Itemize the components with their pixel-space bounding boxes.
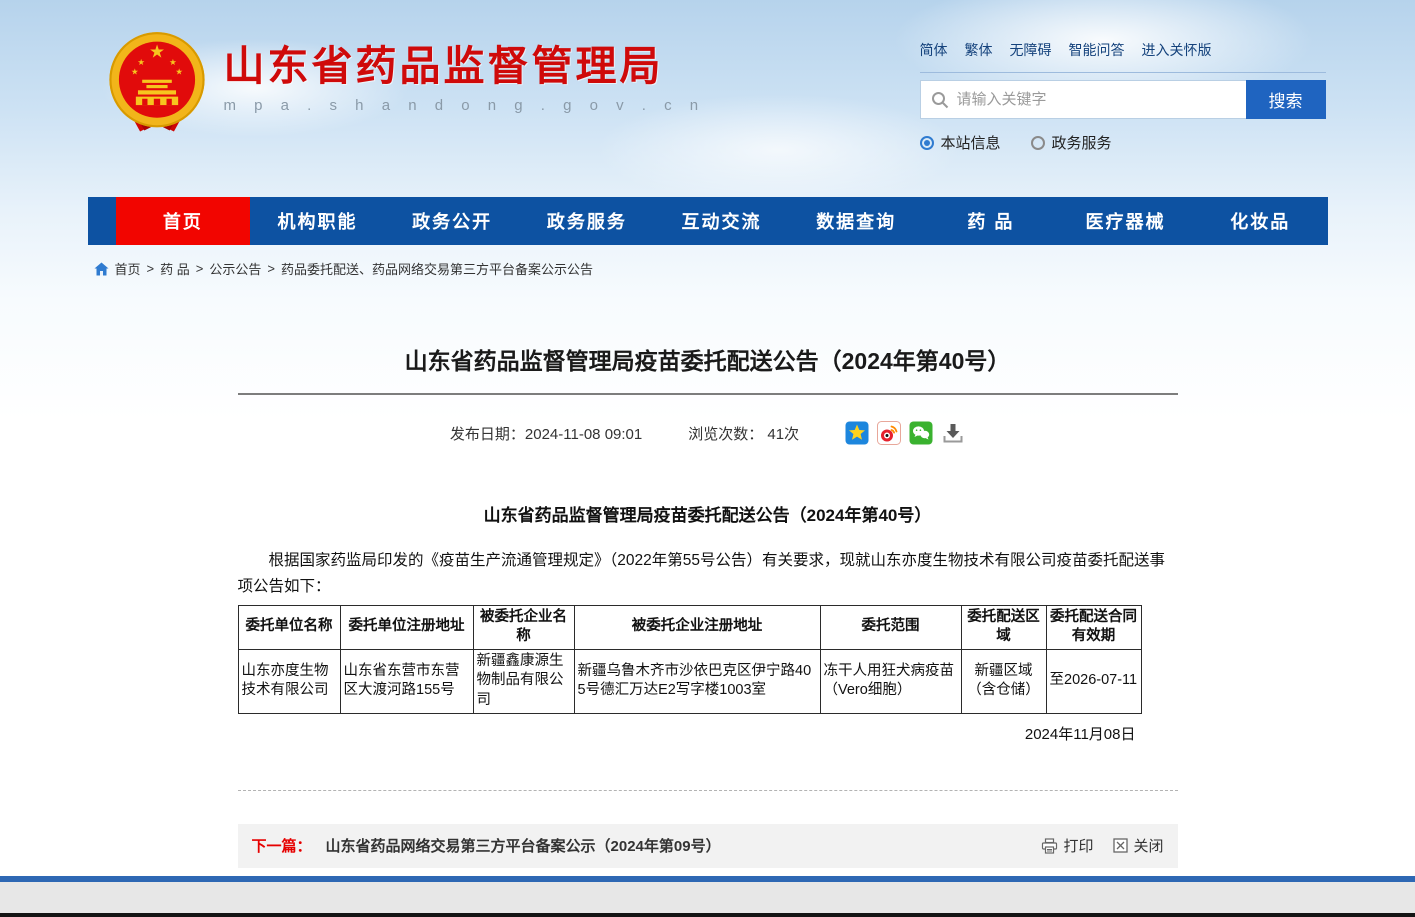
col-scope: 委托范围 [820, 605, 961, 649]
publish-date-label: 发布日期： [450, 426, 525, 443]
site-url: m p a . s h a n d o n g . g o v . c n [224, 97, 706, 114]
footer-gray-strip [0, 882, 1415, 913]
breadcrumb-separator: > [147, 261, 155, 276]
utility-links: 简体 繁体 无障碍 智能问答 进入关怀版 [920, 40, 1326, 73]
breadcrumb-separator: > [196, 261, 204, 276]
search-box [920, 80, 1246, 119]
search-button[interactable]: 搜索 [1246, 80, 1326, 119]
cell-scope: 冻干人用狂犬病疫苗（Vero细胞） [820, 649, 961, 713]
article-paragraph: 根据国家药监局印发的《疫苗生产流通管理规定》（2022年第55号公告）有关要求，… [238, 548, 1178, 601]
sign-date: 2024年11月08日 [238, 723, 1178, 744]
breadcrumb-announcements[interactable]: 公示公告 [209, 259, 261, 278]
cell-contract-validity: 至2026-07-11 [1046, 649, 1141, 713]
title-divider [238, 393, 1178, 395]
nav-item-gov-disclosure[interactable]: 政务公开 [385, 197, 520, 245]
nav-item-functions[interactable]: 机构职能 [250, 197, 385, 245]
delegation-table: 委托单位名称 委托单位注册地址 被委托企业名称 被委托企业注册地址 委托范围 委… [238, 605, 1142, 714]
site-name: 山东省药品监督管理局 [224, 44, 706, 89]
nav-item-medical-devices[interactable]: 医疗器械 [1058, 197, 1193, 245]
close-label: 关闭 [1133, 835, 1163, 856]
scope-site-info-label: 本站信息 [941, 132, 1001, 153]
link-care-version[interactable]: 进入关怀版 [1142, 40, 1212, 60]
view-count: 浏览次数： 41次 [688, 423, 799, 444]
link-accessibility[interactable]: 无障碍 [1010, 40, 1052, 60]
nav-item-interaction[interactable]: 互动交流 [654, 197, 789, 245]
col-region: 委托配送区域 [961, 605, 1046, 649]
cell-entrusting-name: 山东亦度生物技术有限公司 [238, 649, 340, 713]
svg-text:★: ★ [148, 42, 164, 62]
page-title: 山东省药品监督管理局疫苗委托配送公告（2024年第40号） [238, 342, 1178, 376]
wechat-share-icon[interactable] [909, 421, 933, 445]
link-simplified[interactable]: 简体 [920, 40, 948, 60]
nav-spacer [88, 197, 116, 245]
breadcrumb-drugs[interactable]: 药 品 [160, 259, 190, 278]
qzone-share-icon[interactable] [845, 421, 869, 445]
print-label: 打印 [1063, 835, 1093, 856]
cell-entrusted-address: 新疆乌鲁木齐市沙依巴克区伊宁路405号德汇万达E2写字楼1003室 [574, 649, 820, 713]
cell-entrusted-name: 新疆鑫康源生物制品有限公司 [473, 649, 574, 713]
breadcrumb-separator: > [267, 261, 275, 276]
svg-text:★: ★ [175, 66, 183, 76]
radio-unselected-icon [1031, 136, 1045, 150]
download-icon[interactable] [941, 421, 965, 445]
breadcrumb: 首页 > 药 品 > 公示公告 > 药品委托配送、药品网络交易第三方平台备案公示… [88, 245, 1328, 278]
link-traditional[interactable]: 繁体 [965, 40, 993, 60]
home-icon [94, 262, 109, 276]
scope-gov-service-label: 政务服务 [1052, 132, 1112, 153]
print-button[interactable]: 打印 [1041, 835, 1093, 856]
link-smart-qa[interactable]: 智能问答 [1069, 40, 1125, 60]
nav-item-home[interactable]: 首页 [116, 197, 251, 245]
national-emblem-icon: ★ ★ ★ ★ ★ [104, 30, 210, 140]
scope-gov-service-radio[interactable]: 政务服务 [1031, 132, 1112, 153]
col-contract-validity: 委托配送合同有效期 [1046, 605, 1141, 649]
table-row: 山东亦度生物技术有限公司 山东省东营市东营区大渡河路155号 新疆鑫康源生物制品… [238, 649, 1141, 713]
nav-item-drugs[interactable]: 药 品 [924, 197, 1059, 245]
publish-date-value: 2024-11-08 09:01 [525, 426, 642, 443]
svg-text:★: ★ [137, 57, 145, 67]
dotted-divider [238, 790, 1178, 791]
next-article-link[interactable]: 山东省药品网络交易第三方平台备案公示（2024年第09号） [326, 835, 721, 856]
publish-date: 发布日期：2024-11-08 09:01 [450, 423, 642, 444]
page-footer [0, 876, 1415, 917]
breadcrumb-current[interactable]: 药品委托配送、药品网络交易第三方平台备案公示公告 [281, 259, 593, 278]
svg-text:★: ★ [169, 57, 177, 67]
footer-dark-strip [0, 913, 1415, 917]
close-button[interactable]: 关闭 [1113, 835, 1163, 856]
search-icon [931, 91, 949, 109]
col-entrusting-address: 委托单位注册地址 [340, 605, 473, 649]
site-header: ★ ★ ★ ★ ★ 山东省药品监督管理局 m p a . s h a n d o… [88, 0, 1328, 197]
col-entrusting-name: 委托单位名称 [238, 605, 340, 649]
cell-entrusting-address: 山东省东营市东营区大渡河路155号 [340, 649, 473, 713]
scope-site-info-radio[interactable]: 本站信息 [920, 132, 1001, 153]
col-entrusted-name: 被委托企业名称 [473, 605, 574, 649]
table-header-row: 委托单位名称 委托单位注册地址 被委托企业名称 被委托企业注册地址 委托范围 委… [238, 605, 1141, 649]
article-meta: 发布日期：2024-11-08 09:01 浏览次数： 41次 [238, 421, 1178, 445]
svg-text:★: ★ [130, 66, 138, 76]
next-article-label: 下一篇： [252, 835, 312, 856]
view-count-label: 浏览次数： [688, 426, 763, 443]
col-entrusted-address: 被委托企业注册地址 [574, 605, 820, 649]
printer-icon [1041, 838, 1058, 854]
radio-selected-icon [920, 136, 934, 150]
search-input[interactable] [957, 91, 1236, 108]
weibo-share-icon[interactable] [877, 421, 901, 445]
share-bar [845, 421, 965, 445]
nav-item-cosmetics[interactable]: 化妆品 [1193, 197, 1328, 245]
cell-region: 新疆区域（含仓储） [961, 649, 1046, 713]
search-scope-options: 本站信息 政务服务 [920, 132, 1326, 153]
close-icon [1113, 838, 1128, 853]
view-count-value: 41次 [767, 426, 799, 443]
article-subtitle: 山东省药品监督管理局疫苗委托配送公告（2024年第40号） [238, 501, 1178, 526]
nav-item-data-query[interactable]: 数据查询 [789, 197, 924, 245]
nav-item-gov-service[interactable]: 政务服务 [520, 197, 655, 245]
site-logo[interactable]: ★ ★ ★ ★ ★ 山东省药品监督管理局 m p a . s h a n d o… [104, 30, 706, 140]
article-footer-bar: 下一篇： 山东省药品网络交易第三方平台备案公示（2024年第09号） 打印 [238, 824, 1178, 868]
breadcrumb-home[interactable]: 首页 [115, 259, 141, 278]
main-nav: 首页 机构职能 政务公开 政务服务 互动交流 数据查询 药 品 医疗器械 化妆品 [88, 197, 1328, 245]
